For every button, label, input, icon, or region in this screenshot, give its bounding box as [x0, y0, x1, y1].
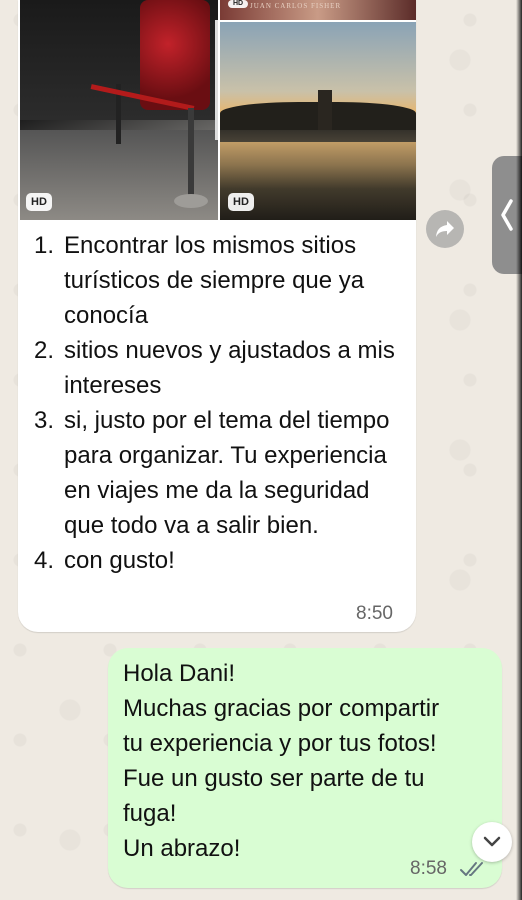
message-line: Hola Dani! — [123, 660, 236, 687]
incoming-timestamp: 8:50 — [356, 603, 393, 624]
outgoing-timestamp: 8:58 — [410, 858, 447, 879]
photo-caption: JUAN CARLOS FISHER — [250, 2, 342, 10]
photo-roses — [140, 0, 210, 110]
list-item-number: 1. — [34, 232, 55, 259]
photo-thumbnail-left[interactable] — [20, 0, 218, 220]
list-item-text: sitios nuevos y ajustados a mis interese… — [64, 337, 395, 399]
message-line: tu experiencia y por tus fotos! — [123, 730, 437, 757]
photo-sign — [215, 20, 218, 140]
chevron-down-icon — [483, 836, 501, 847]
list-item-number: 4. — [34, 547, 55, 574]
list-item: 4. con gusto! — [34, 543, 404, 578]
list-item: 3. si, justo por el tema del tiempo para… — [34, 403, 404, 543]
list-item-text: si, justo por el tema del tiempo para or… — [64, 407, 390, 539]
message-line: Muchas gracias por compartir — [123, 695, 440, 722]
message-line: fuga! — [123, 800, 177, 827]
incoming-message-list: 1. Encontrar los mismos sitios turístico… — [34, 228, 404, 578]
list-item-text: Encontrar los mismos sitios turísticos d… — [64, 232, 365, 329]
forward-button[interactable] — [426, 210, 464, 248]
hd-badge: HD — [26, 193, 52, 211]
double-check-icon — [460, 862, 483, 876]
list-item: 1. Encontrar los mismos sitios turístico… — [34, 228, 404, 333]
forward-icon — [436, 221, 454, 237]
scroll-to-bottom-button[interactable] — [472, 822, 512, 862]
outgoing-message-text: Hola Dani! Muchas gracias por compartir … — [123, 656, 493, 866]
hd-badge: HD — [228, 0, 249, 8]
list-item-number: 3. — [34, 407, 55, 434]
hd-badge: HD — [228, 193, 254, 211]
chevron-left-icon — [501, 199, 513, 231]
screen-edge — [516, 0, 522, 900]
photo-monument — [318, 90, 332, 130]
photo-thumbnail-top-right[interactable]: JUAN CARLOS FISHER — [220, 0, 416, 20]
photo-post — [188, 108, 194, 200]
list-item: 2. sitios nuevos y ajustados a mis inter… — [34, 333, 404, 403]
photo-post-base — [174, 194, 208, 208]
list-item-number: 2. — [34, 337, 55, 364]
message-line: Fue un gusto ser parte de tu — [123, 765, 425, 792]
list-item-text: con gusto! — [64, 547, 175, 574]
photo-thumbnail-right[interactable] — [220, 22, 416, 220]
